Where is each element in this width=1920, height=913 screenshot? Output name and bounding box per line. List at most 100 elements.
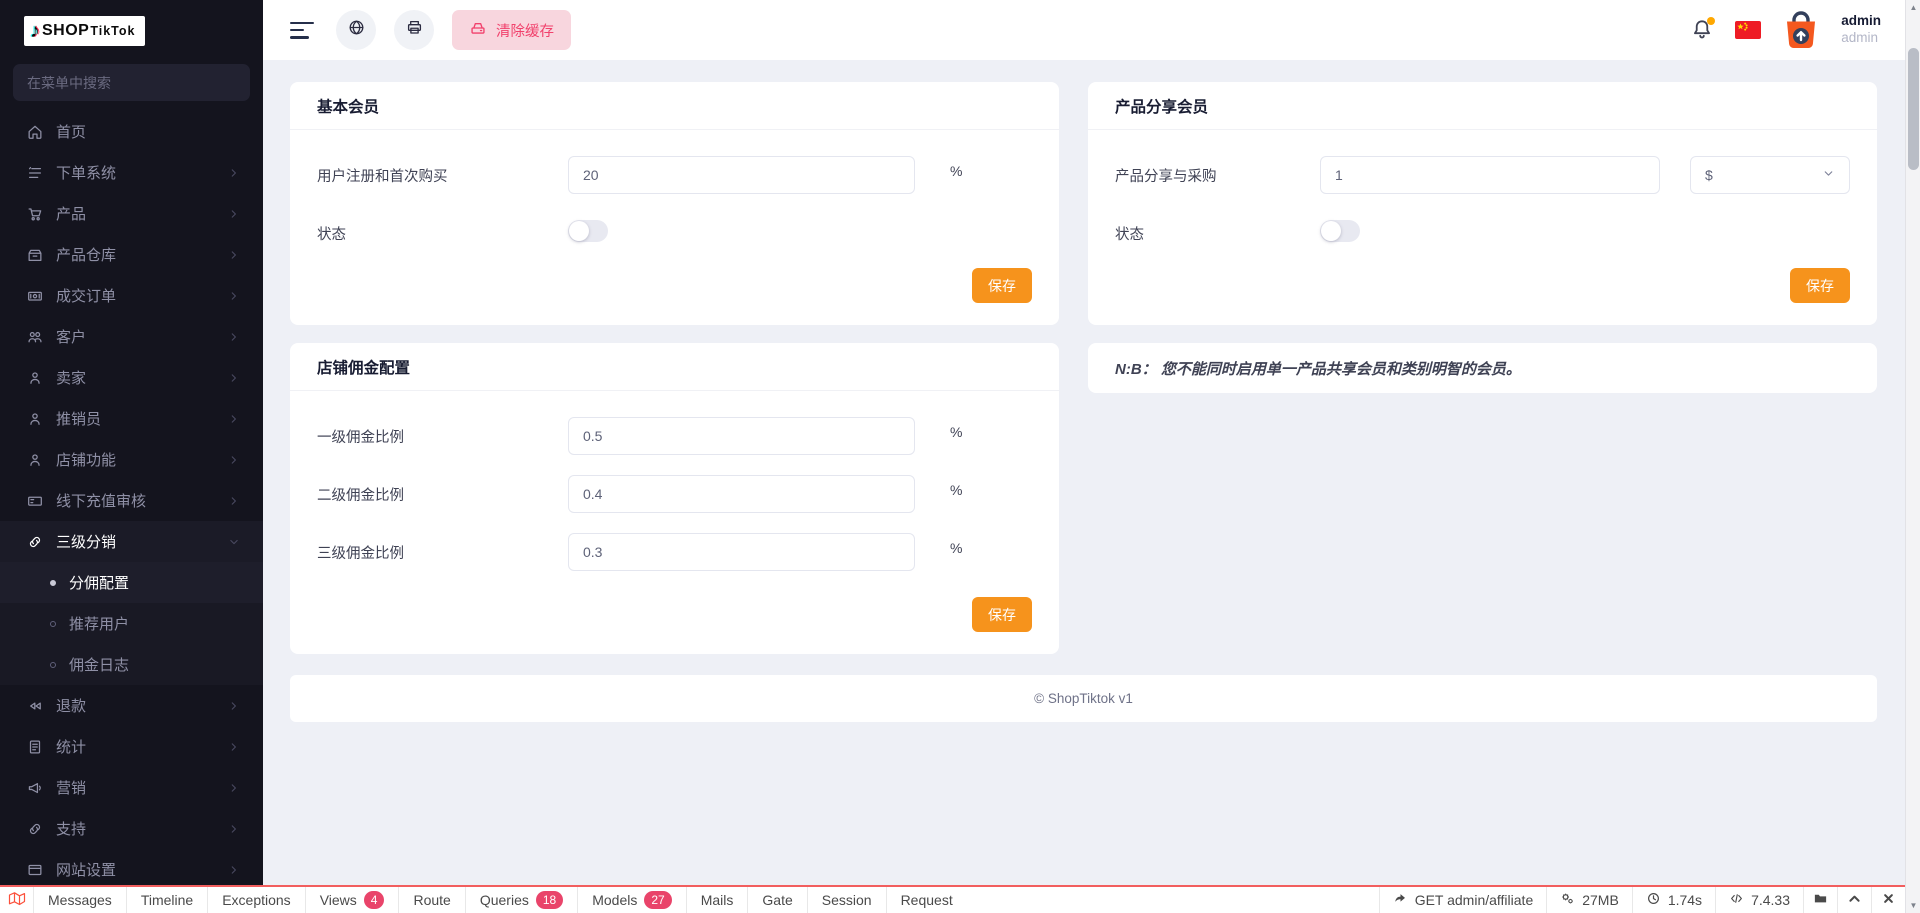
debug-minimize-button[interactable]	[1837, 887, 1871, 913]
debug-tab-gate[interactable]: Gate	[748, 887, 808, 913]
save-button[interactable]: 保存	[972, 268, 1032, 303]
printer-icon	[405, 18, 424, 42]
chevron-right-icon	[227, 248, 241, 262]
scroll-down-arrow[interactable]: ▼	[1906, 898, 1920, 913]
code-icon	[1729, 891, 1744, 909]
brand-tiktok-text: TikTok	[90, 24, 136, 38]
sidebar-item-sellers[interactable]: 卖家	[0, 357, 263, 398]
top-header: 清除缓存 admin admin	[263, 0, 1905, 60]
link-icon	[25, 819, 45, 839]
currency-select[interactable]: $	[1690, 156, 1850, 194]
field-label: 二级佣金比例	[317, 488, 404, 504]
chevron-right-icon	[227, 494, 241, 508]
sidebar-item-site-settings[interactable]: 网站设置	[0, 849, 263, 890]
print-button[interactable]	[394, 10, 434, 50]
save-button[interactable]: 保存	[972, 597, 1032, 632]
scroll-up-arrow[interactable]: ▲	[1906, 0, 1920, 15]
level3-commission-input[interactable]	[568, 533, 915, 571]
level1-commission-input[interactable]	[568, 417, 915, 455]
chevron-right-icon	[227, 453, 241, 467]
sidebar-item-promoters[interactable]: 推销员	[0, 398, 263, 439]
sidebar-item-home[interactable]: 首页	[0, 111, 263, 152]
chevron-down-icon	[1822, 167, 1835, 183]
order-list-icon	[25, 163, 45, 183]
menu-search-input[interactable]	[13, 64, 250, 101]
gears-icon	[1560, 891, 1575, 909]
field-label: 产品分享与采购	[1115, 169, 1217, 185]
debug-tab-queries[interactable]: Queries 18	[466, 887, 579, 913]
chevron-right-icon	[227, 330, 241, 344]
status-toggle[interactable]	[568, 220, 608, 242]
debug-tab-messages[interactable]: Messages	[34, 887, 127, 913]
page-scrollbar[interactable]: ▲ ▼	[1905, 0, 1920, 913]
sidebar-toggle-icon[interactable]	[290, 21, 314, 39]
status-label: 状态	[317, 227, 346, 243]
product-share-input[interactable]	[1320, 156, 1660, 194]
percent-unit: %	[950, 540, 963, 556]
main-content: 基本会员 用户注册和首次购买 % 状态 保存 产品分享会员	[263, 60, 1905, 885]
chevron-right-icon	[227, 289, 241, 303]
bullet-icon	[50, 661, 56, 668]
debug-close-button[interactable]	[1871, 887, 1905, 913]
debug-request-route[interactable]: GET admin/affiliate	[1378, 887, 1547, 913]
sidebar-item-three-level-distribution[interactable]: 三级分销	[0, 521, 263, 562]
sidebar-item-shop-features[interactable]: 店铺功能	[0, 439, 263, 480]
debug-tab-session[interactable]: Session	[808, 887, 887, 913]
debug-tab-request[interactable]: Request	[887, 887, 967, 913]
sidebar-subitem-commission-log[interactable]: 佣金日志	[0, 644, 263, 685]
debug-tab-views[interactable]: Views 4	[306, 887, 400, 913]
page-footer: © ShopTiktok v1	[290, 675, 1877, 722]
level2-commission-input[interactable]	[568, 475, 915, 513]
debug-tab-mails[interactable]: Mails	[687, 887, 749, 913]
warehouse-icon	[25, 245, 45, 265]
debug-time: 1.74s	[1631, 887, 1715, 913]
sidebar-item-customers[interactable]: 客户	[0, 316, 263, 357]
laravel-logo-icon[interactable]	[0, 887, 34, 913]
china-flag-icon[interactable]	[1735, 21, 1762, 39]
user-name: admin	[1841, 13, 1881, 29]
field-label: 用户注册和首次购买	[317, 169, 448, 185]
debug-tab-route[interactable]: Route	[399, 887, 466, 913]
debug-tab-timeline[interactable]: Timeline	[127, 887, 209, 913]
debug-tab-models[interactable]: Models 27	[578, 887, 687, 913]
debug-memory: 27MB	[1546, 887, 1632, 913]
chevron-right-icon	[227, 863, 241, 877]
close-icon	[1881, 891, 1896, 909]
debug-tab-exceptions[interactable]: Exceptions	[208, 887, 306, 913]
clear-cache-button[interactable]: 清除缓存	[452, 10, 571, 50]
sidebar-item-marketing[interactable]: 营销	[0, 767, 263, 808]
scrollbar-thumb[interactable]	[1908, 48, 1919, 170]
debug-open-folder-button[interactable]	[1803, 887, 1837, 913]
sidebar-item-statistics[interactable]: 统计	[0, 726, 263, 767]
user-role: admin	[1841, 30, 1879, 45]
card-shop-commission: 店铺佣金配置 一级佣金比例 % 二级佣金比例 % 三级佣金比例 %	[290, 343, 1059, 654]
sidebar-item-products[interactable]: 产品	[0, 193, 263, 234]
notifications-button[interactable]	[1690, 17, 1716, 43]
order-receipt-icon	[25, 286, 45, 306]
sidebar-item-offline-recharge-review[interactable]: 线下充值审核	[0, 480, 263, 521]
save-button[interactable]: 保存	[1790, 268, 1850, 303]
window-icon	[25, 860, 45, 880]
registration-purchase-input[interactable]	[568, 156, 915, 194]
sidebar-subitem-referred-users[interactable]: 推荐用户	[0, 603, 263, 644]
chevron-right-icon	[227, 371, 241, 385]
share-arrow-icon	[1393, 891, 1408, 909]
folder-icon	[1813, 891, 1828, 909]
sidebar-item-completed-orders[interactable]: 成交订单	[0, 275, 263, 316]
language-globe-button[interactable]	[336, 10, 376, 50]
copyright-text: © ShopTiktok v1	[1034, 691, 1133, 706]
sidebar-item-support[interactable]: 支持	[0, 808, 263, 849]
models-badge: 27	[644, 891, 672, 909]
debug-php-version: 7.4.33	[1715, 887, 1803, 913]
user-avatar[interactable]	[1780, 8, 1822, 52]
sidebar-item-order-system[interactable]: 下单系统	[0, 152, 263, 193]
sidebar-subitem-commission-config[interactable]: 分佣配置	[0, 562, 263, 603]
sidebar-item-refunds[interactable]: 退款	[0, 685, 263, 726]
user-menu[interactable]: admin admin	[1841, 13, 1881, 47]
bullet-icon	[50, 579, 56, 586]
sidebar-item-product-warehouse[interactable]: 产品仓库	[0, 234, 263, 275]
debugbar: Messages Timeline Exceptions Views 4 Rout…	[0, 885, 1905, 913]
brand-logo[interactable]: ♪ SHOP TikTok	[0, 0, 263, 46]
status-toggle[interactable]	[1320, 220, 1360, 242]
link-icon	[25, 532, 45, 552]
